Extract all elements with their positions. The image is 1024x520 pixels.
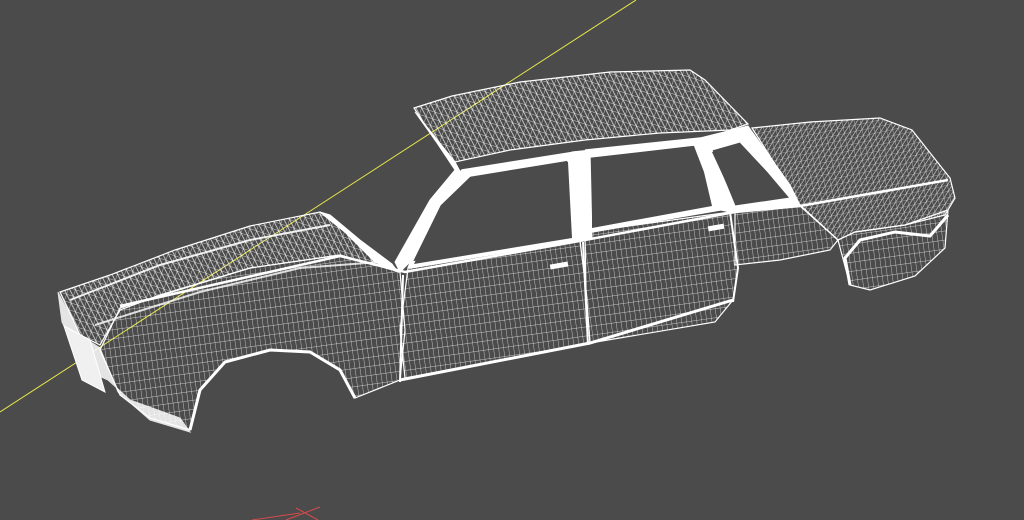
car-body-mesh[interactable] bbox=[57, 69, 956, 433]
3d-viewport[interactable] bbox=[0, 0, 1024, 520]
axis-gizmo bbox=[251, 506, 321, 520]
rear-side-window bbox=[592, 146, 712, 228]
rear-door-panel bbox=[584, 211, 739, 344]
viewport-canvas[interactable] bbox=[0, 0, 1024, 520]
